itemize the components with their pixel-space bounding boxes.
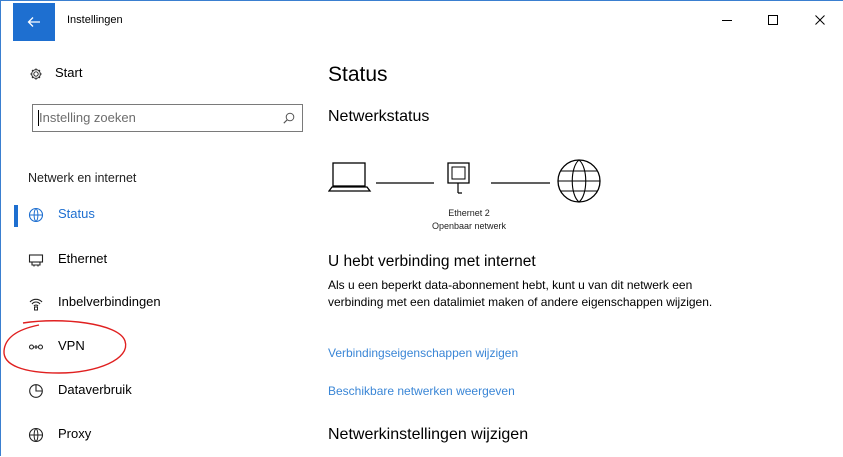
network-settings-heading: Netwerkinstellingen wijzigen (328, 426, 529, 443)
ethernet-adapter-icon (447, 162, 470, 194)
settings-window: Instellingen Start Instelling zoeken Net… (0, 0, 843, 456)
adapter-name: Ethernet 2 (448, 208, 490, 218)
maximize-button[interactable] (750, 1, 796, 39)
back-button[interactable] (13, 3, 55, 41)
globe-icon (28, 427, 44, 443)
sidebar-item-label: Status (58, 206, 95, 221)
gear-icon (30, 68, 42, 80)
sidebar: Start Instelling zoeken Netwerk en inter… (14, 41, 304, 457)
network-status-heading: Netwerkstatus (328, 108, 430, 125)
sidebar-item-vpn[interactable]: VPN (14, 327, 304, 367)
section-label: Netwerk en internet (28, 171, 137, 185)
data-usage-icon (28, 383, 44, 399)
page-title: Status (328, 63, 388, 86)
dialup-icon (28, 295, 44, 311)
ethernet-icon (28, 252, 44, 268)
search-icon[interactable] (283, 112, 295, 124)
maximize-icon (768, 15, 778, 25)
window-title: Instellingen (67, 14, 123, 26)
main-content: Status Netwerkstatus Ethernet 2 Openbaar… (328, 41, 828, 457)
sidebar-item-label: Proxy (58, 426, 92, 441)
close-icon (815, 15, 825, 25)
minimize-icon (722, 20, 732, 21)
search-input[interactable]: Instelling zoeken (32, 104, 303, 132)
sidebar-item-label: Ethernet (58, 251, 108, 266)
title-bar: Instellingen (1, 1, 843, 41)
internet-globe-icon (557, 159, 601, 203)
vpn-icon (28, 339, 44, 355)
sidebar-item-label: Inbelverbindingen (58, 294, 161, 309)
connection-status-title: U hebt verbinding met internet (328, 253, 536, 270)
back-arrow-icon (27, 17, 40, 27)
change-connection-properties-link[interactable]: Verbindingseigenschappen wijzigen (328, 346, 518, 360)
start-label: Start (55, 65, 83, 80)
network-type: Openbaar netwerk (431, 221, 507, 231)
active-indicator (14, 205, 18, 227)
show-available-networks-link[interactable]: Beschikbare netwerken weergeven (328, 384, 515, 398)
sidebar-item-label: VPN (58, 338, 85, 353)
sidebar-item-proxy[interactable]: Proxy (14, 415, 304, 455)
sidebar-item-label: Dataverbruik (58, 382, 132, 397)
search-placeholder: Instelling zoeken (39, 110, 136, 125)
minimize-button[interactable] (704, 1, 750, 39)
start-link[interactable]: Start (29, 65, 82, 81)
sidebar-item-data-usage[interactable]: Dataverbruik (14, 371, 304, 411)
sidebar-item-status[interactable]: Status (14, 195, 304, 235)
sidebar-item-dialup[interactable]: Inbelverbindingen (14, 283, 304, 323)
laptop-icon (328, 162, 372, 192)
close-button[interactable] (797, 1, 843, 39)
sidebar-item-ethernet[interactable]: Ethernet (14, 240, 304, 280)
connection-description: Als u een beperkt data-abonnement hebt, … (328, 278, 713, 309)
globe-status-icon (28, 207, 44, 223)
